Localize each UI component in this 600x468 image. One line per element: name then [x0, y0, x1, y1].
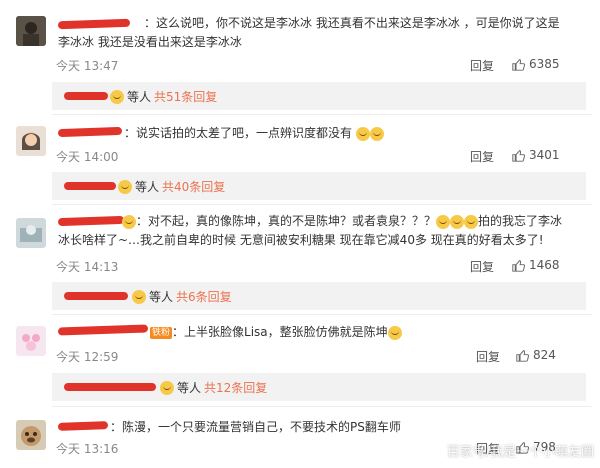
avatar[interactable]	[16, 126, 46, 156]
watermark: 百家号/我是一个小萌友圈	[446, 445, 594, 460]
reply-user-redacted	[64, 292, 128, 300]
divider	[52, 204, 592, 205]
reply-user-redacted	[64, 92, 108, 100]
comment-time: 今天 12:59	[56, 350, 119, 364]
thumbs-up-icon	[516, 349, 529, 362]
reply-user-redacted	[64, 383, 156, 391]
emoji-icon	[122, 214, 136, 229]
divider	[52, 314, 592, 315]
emoji-icon	[387, 325, 402, 340]
crying-emoji-icon	[436, 214, 451, 229]
like-button[interactable]: 3401	[512, 148, 560, 162]
reply-summary[interactable]: 等人 共40条回复	[52, 172, 586, 200]
emoji-icon	[160, 380, 174, 395]
like-button[interactable]: 1468	[512, 258, 560, 272]
reply-count-link[interactable]: 共51条回复	[154, 88, 217, 105]
comment-time: 今天 14:13	[56, 260, 119, 274]
reply-button[interactable]: 回复	[470, 57, 494, 74]
comment-text: ：陈漫，一个只要流量营销自己，不要技术的PS翻车师	[110, 420, 401, 434]
like-button[interactable]: 824	[516, 348, 556, 362]
reply-who: 等人	[127, 90, 152, 104]
top-cutoff	[0, 0, 600, 8]
reply-summary[interactable]: 等人 共12条回复	[52, 373, 586, 401]
crying-emoji-icon	[369, 126, 384, 141]
emoji-icon	[132, 289, 146, 304]
avatar[interactable]	[16, 218, 46, 248]
reply-who: 等人	[135, 180, 160, 194]
reply-count-link[interactable]: 共40条回复	[162, 178, 225, 195]
reply-button[interactable]: 回复	[470, 258, 494, 275]
avatar-image	[16, 126, 46, 156]
reply-who: 等人	[177, 381, 202, 395]
like-button[interactable]: 6385	[512, 57, 560, 71]
comment-text: ：这么说吧，你不说这是李冰冰 我还真看不出来这是李冰冰 ，可是你说了这是李冰冰 …	[58, 16, 560, 49]
avatar[interactable]	[16, 16, 46, 46]
comment-time: 今天 14:00	[56, 150, 119, 164]
thumbs-up-icon	[512, 58, 525, 71]
emoji-icon	[110, 89, 124, 104]
reply-user-redacted	[64, 182, 116, 190]
like-count: 824	[533, 348, 556, 362]
avatar[interactable]	[16, 326, 46, 356]
comment-time: 今天 13:47	[56, 59, 119, 73]
reply-summary[interactable]: 等人 共51条回复	[52, 82, 586, 110]
crying-emoji-icon	[450, 214, 465, 229]
crying-emoji-icon	[355, 126, 370, 141]
reply-summary[interactable]: 等人 共6条回复	[52, 282, 586, 310]
avatar-image	[16, 326, 46, 356]
reply-count-link[interactable]: 共6条回复	[176, 288, 232, 305]
comment-text: ：说实话拍的太差了吧，一点辨识度都没有	[58, 124, 570, 143]
fan-badge: 铁粉	[150, 326, 173, 339]
comment-time: 今天 13:16	[56, 442, 119, 456]
thumbs-up-icon	[512, 259, 525, 272]
emoji-icon	[118, 179, 132, 194]
crying-emoji-icon	[464, 214, 479, 229]
avatar[interactable]	[16, 420, 46, 450]
like-count: 3401	[529, 148, 560, 162]
comment-text: ：对不起，真的像陈坤，真的不是陈坤？或者袁泉？？？ 拍的我忘了李冰冰长啥样了~…我…	[58, 214, 563, 247]
divider	[52, 406, 592, 407]
avatar-image	[16, 16, 46, 46]
reply-button[interactable]: 回复	[476, 348, 500, 365]
thumbs-up-icon	[512, 149, 525, 162]
reply-count-link[interactable]: 共12条回复	[204, 379, 267, 396]
comment-text: 铁粉 ：上半张脸像Lisa，整张脸仿佛就是陈坤	[58, 323, 570, 342]
avatar-image	[16, 420, 46, 450]
divider	[52, 114, 592, 115]
reply-who: 等人	[149, 290, 174, 304]
like-count: 6385	[529, 57, 560, 71]
like-count: 1468	[529, 258, 560, 272]
reply-button[interactable]: 回复	[470, 148, 494, 165]
avatar-image	[16, 218, 46, 248]
